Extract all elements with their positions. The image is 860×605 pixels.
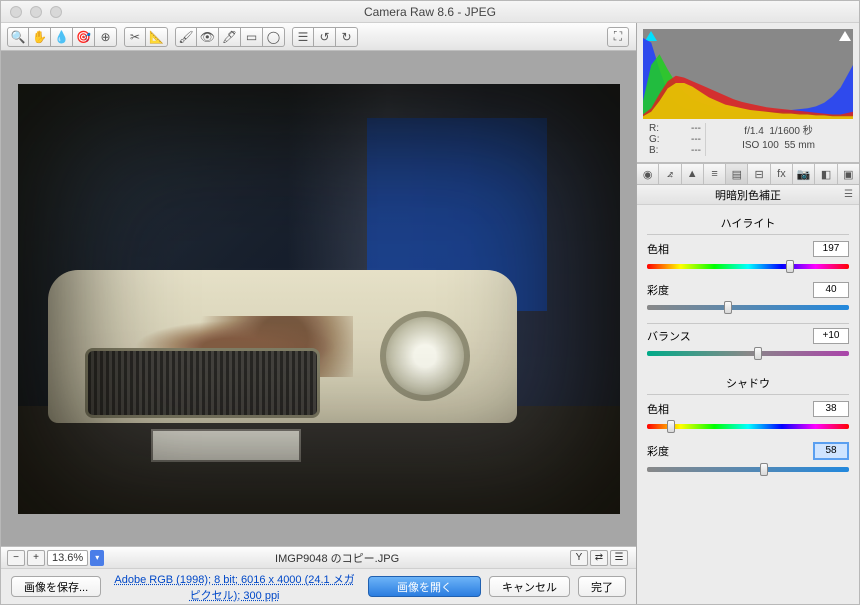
open-image-button[interactable]: 画像を開く xyxy=(368,576,481,597)
crop-tool-icon[interactable]: ✂ xyxy=(124,27,146,47)
left-pane: 🔍 ✋ 💧 🎯 ⊕ ✂ 📐 🖌 👁 🖊 ▭ ◯ ☰ ↺ ↻ ⛶ xyxy=(1,23,637,604)
highlight-hue-label: 色相 xyxy=(647,241,669,257)
highlight-sat-value[interactable]: 40 xyxy=(813,282,849,298)
panel-menu-icon[interactable]: ☰ xyxy=(844,189,853,200)
tab-hsl[interactable]: ≡ xyxy=(704,164,726,184)
tab-split-toning[interactable]: ▤ xyxy=(726,164,748,184)
iso-value: ISO 100 xyxy=(742,140,779,151)
balance-label: バランス xyxy=(647,328,691,344)
aperture-value: f/1.4 xyxy=(744,126,763,137)
tab-lens[interactable]: ⊟ xyxy=(748,164,770,184)
right-panel: R: --- G: --- B: --- f/1.4 1/1600 秒 ISO 100… xyxy=(637,23,859,604)
b-value: --- xyxy=(691,145,701,156)
panel-tabs: ◉ ⦨ ▲ ≡ ▤ ⊟ fx 📷 ◧ ▣ xyxy=(637,163,859,185)
red-eye-tool-icon[interactable]: 👁 xyxy=(197,27,219,47)
shadow-hue-value[interactable]: 38 xyxy=(813,401,849,417)
panel-body: ハイライト 色相 197 彩度 40 xyxy=(637,205,859,604)
panel-title: 明暗別色補正 xyxy=(715,187,781,203)
preferences-icon[interactable]: ☰ xyxy=(292,27,314,47)
tab-detail[interactable]: ▲ xyxy=(682,164,704,184)
histogram-section: R: --- G: --- B: --- f/1.4 1/1600 秒 ISO 100… xyxy=(637,23,859,163)
toolbar: 🔍 ✋ 💧 🎯 ⊕ ✂ 📐 🖌 👁 🖊 ▭ ◯ ☰ ↺ ↻ ⛶ xyxy=(1,23,636,51)
rotate-cw-icon[interactable]: ↻ xyxy=(336,27,358,47)
highlight-sat-slider[interactable] xyxy=(647,301,849,313)
graduated-filter-tool-icon[interactable]: ▭ xyxy=(241,27,263,47)
tab-presets[interactable]: ◧ xyxy=(815,164,837,184)
cancel-button[interactable]: キャンセル xyxy=(489,576,570,597)
filename-label: IMGP9048 のコピー.JPG xyxy=(104,550,570,566)
g-value: --- xyxy=(691,134,701,145)
save-image-button[interactable]: 画像を保存... xyxy=(11,576,101,597)
tab-tonecurve[interactable]: ⦨ xyxy=(659,164,681,184)
highlight-hue-row: 色相 197 xyxy=(647,241,849,272)
swap-before-after-button[interactable]: ⇄ xyxy=(590,550,608,566)
zoom-in-button[interactable]: + xyxy=(27,550,45,566)
highlight-sat-row: 彩度 40 xyxy=(647,282,849,313)
shadow-hue-label: 色相 xyxy=(647,401,669,417)
shadow-hue-slider[interactable] xyxy=(647,420,849,432)
body: 🔍 ✋ 💧 🎯 ⊕ ✂ 📐 🖌 👁 🖊 ▭ ◯ ☰ ↺ ↻ ⛶ xyxy=(1,23,859,604)
balance-slider[interactable] xyxy=(647,347,849,359)
balance-value[interactable]: +10 xyxy=(813,328,849,344)
focal-value: 55 mm xyxy=(784,140,815,151)
highlight-sat-label: 彩度 xyxy=(647,282,669,298)
window: Camera Raw 8.6 - JPEG 🔍 ✋ 💧 🎯 ⊕ ✂ 📐 🖌 👁 … xyxy=(0,0,860,605)
rotate-ccw-icon[interactable]: ↺ xyxy=(314,27,336,47)
highlight-hue-value[interactable]: 197 xyxy=(813,241,849,257)
zoom-tool-icon[interactable]: 🔍 xyxy=(7,27,29,47)
tab-basic[interactable]: ◉ xyxy=(637,164,659,184)
panel-title-bar: 明暗別色補正 ☰ xyxy=(637,185,859,205)
b-label: B: xyxy=(649,145,658,156)
r-value: --- xyxy=(691,123,701,134)
view-menu-icon[interactable]: ☰ xyxy=(610,550,628,566)
zoom-dropdown-icon[interactable]: ▾ xyxy=(90,550,104,566)
histogram[interactable] xyxy=(643,29,853,119)
shadow-sat-slider[interactable] xyxy=(647,463,849,475)
balance-row: バランス +10 xyxy=(647,328,849,359)
color-sampler-tool-icon[interactable]: 🎯 xyxy=(73,27,95,47)
g-label: G: xyxy=(649,134,660,145)
zoom-level[interactable]: 13.6% xyxy=(47,550,88,566)
radial-filter-tool-icon[interactable]: ◯ xyxy=(263,27,285,47)
targeted-adjust-tool-icon[interactable]: ⊕ xyxy=(95,27,117,47)
tab-effects[interactable]: fx xyxy=(771,164,793,184)
r-label: R: xyxy=(649,123,659,134)
before-after-button[interactable]: Y xyxy=(570,550,588,566)
white-balance-tool-icon[interactable]: 💧 xyxy=(51,27,73,47)
tab-camera-cal[interactable]: 📷 xyxy=(793,164,815,184)
hand-tool-icon[interactable]: ✋ xyxy=(29,27,51,47)
preview-image xyxy=(18,84,620,514)
spot-removal-tool-icon[interactable]: 🖌 xyxy=(175,27,197,47)
exif-readout: R: --- G: --- B: --- f/1.4 1/1600 秒 ISO 100… xyxy=(643,119,853,156)
shadows-header: シャドウ xyxy=(647,369,849,395)
highlights-header: ハイライト xyxy=(647,209,849,235)
window-title: Camera Raw 8.6 - JPEG xyxy=(1,5,859,19)
adjustment-brush-tool-icon[interactable]: 🖊 xyxy=(219,27,241,47)
done-button[interactable]: 完了 xyxy=(578,576,626,597)
zoom-out-button[interactable]: − xyxy=(7,550,25,566)
bottom-bar: 画像を保存... Adobe RGB (1998); 8 bit; 6016 x… xyxy=(1,568,636,604)
fullscreen-toggle-icon[interactable]: ⛶ xyxy=(607,27,629,47)
shutter-value: 1/1600 秒 xyxy=(769,126,812,137)
tab-snapshots[interactable]: ▣ xyxy=(838,164,859,184)
canvas-footer: − + 13.6% ▾ IMGP9048 のコピー.JPG Y ⇄ ☰ xyxy=(1,546,636,568)
canvas-area[interactable] xyxy=(1,51,636,546)
titlebar: Camera Raw 8.6 - JPEG xyxy=(1,1,859,23)
highlight-hue-slider[interactable] xyxy=(647,260,849,272)
straighten-tool-icon[interactable]: 📐 xyxy=(146,27,168,47)
shadow-sat-row: 彩度 58 xyxy=(647,442,849,475)
shadow-sat-label: 彩度 xyxy=(647,443,669,459)
shadow-sat-value[interactable]: 58 xyxy=(813,442,849,460)
shadow-hue-row: 色相 38 xyxy=(647,401,849,432)
workflow-options-link[interactable]: Adobe RGB (1998); 8 bit; 6016 x 4000 (24… xyxy=(109,571,360,603)
